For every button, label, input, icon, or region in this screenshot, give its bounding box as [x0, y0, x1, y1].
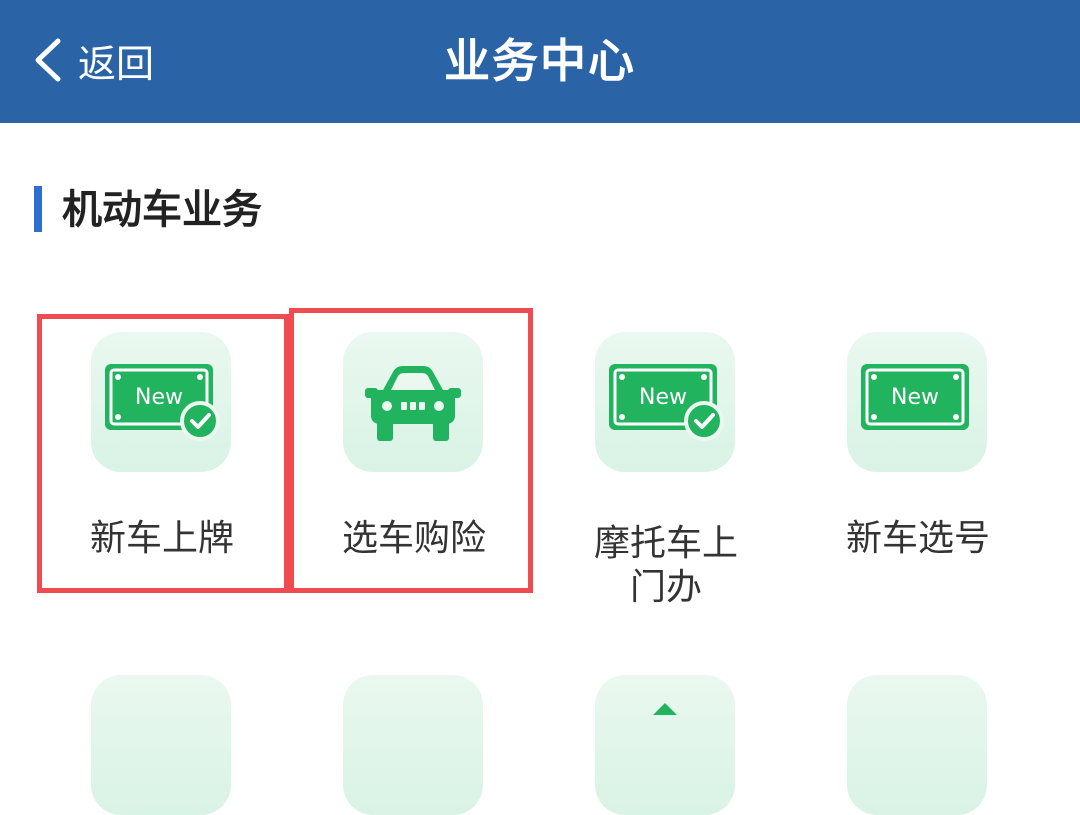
tile-motorcycle-home-service[interactable]: New 摩托车上门办 — [540, 317, 792, 617]
highlight-frame-1 — [37, 314, 289, 593]
section-accent-bar — [34, 186, 42, 232]
partial-green-icon — [653, 703, 677, 715]
page-title: 业务中心 — [444, 34, 636, 88]
new-plate-icon: New — [847, 332, 987, 472]
section-title: 机动车业务 — [62, 187, 262, 233]
tile-label: 摩托车上门办 — [593, 523, 738, 608]
new-plate-check-icon: New — [595, 332, 735, 472]
next-row-tile-icon[interactable] — [595, 675, 735, 815]
svg-text:New: New — [639, 385, 687, 410]
next-row-tile-icon[interactable] — [847, 675, 987, 815]
next-row-tile-icon[interactable] — [91, 675, 231, 815]
next-row-tile-icon[interactable] — [343, 675, 483, 815]
tile-new-car-number-selection[interactable]: New 新车选号 — [792, 317, 1044, 617]
tile-label: 新车选号 — [845, 518, 990, 559]
highlight-frame-2 — [289, 308, 533, 593]
app-header: 返回 业务中心 — [0, 0, 1080, 123]
svg-text:New: New — [891, 385, 939, 410]
